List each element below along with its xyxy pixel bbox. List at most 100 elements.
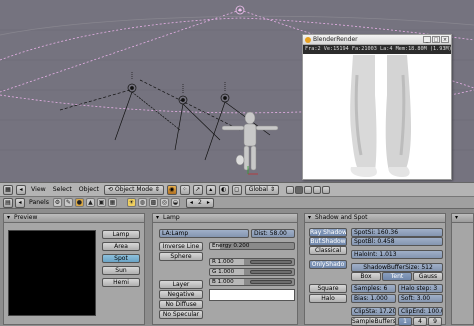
halo-toggle[interactable]: Halo xyxy=(309,294,347,303)
layer-button-5[interactable] xyxy=(321,185,330,194)
texture-buttons-icon[interactable]: ▩ xyxy=(148,198,158,207)
only-shadow-toggle[interactable]: OnlyShado xyxy=(309,260,347,269)
lamp-color-swatch[interactable] xyxy=(209,289,295,301)
lamp-spot-3[interactable] xyxy=(204,82,271,161)
g-slider[interactable]: G 1.000 xyxy=(209,268,295,276)
no-specular-toggle[interactable]: No Specular xyxy=(159,310,203,319)
spot-blend-field[interactable]: SpotBl: 0.458 xyxy=(351,237,443,246)
editor-type-icon[interactable]: ▦ xyxy=(3,184,13,195)
lamp-panel: Lamp LA:Lamp Dist: 58.00 Inverse Line Sp… xyxy=(152,213,298,325)
radio-buttons-icon[interactable]: ◎ xyxy=(159,198,169,207)
character-mesh[interactable] xyxy=(221,111,279,171)
r-value: R 1.000 xyxy=(212,259,234,265)
lamp-type-hemi[interactable]: Hemi xyxy=(102,278,140,287)
b-value: B 1.000 xyxy=(212,279,234,285)
pivot-icon[interactable]: ⁘ xyxy=(179,184,190,195)
samples-field[interactable]: Samples: 6 xyxy=(351,284,396,293)
object-icon[interactable]: ▲ xyxy=(85,198,95,207)
3d-viewport[interactable]: BlenderRender _ □ × Fra:2 Ve:15194 Fa:21… xyxy=(0,0,474,182)
editor-type-icon[interactable]: ▤ xyxy=(3,197,13,208)
draw-type-icon[interactable]: ◉ xyxy=(166,184,177,195)
filter-gauss-button[interactable]: Gauss xyxy=(413,272,443,281)
chevron-right-icon: ▸ xyxy=(206,199,210,206)
collapse-menus-icon[interactable]: ◂ xyxy=(15,197,25,208)
view-menu[interactable]: View xyxy=(29,186,48,193)
rotate-icon[interactable]: ◐ xyxy=(218,184,229,195)
scene-icon[interactable]: ▦ xyxy=(107,198,117,207)
layer-button-1[interactable] xyxy=(285,185,294,194)
layer-button-3[interactable] xyxy=(303,185,312,194)
minimize-button[interactable]: _ xyxy=(423,36,431,43)
energy-slider[interactable]: Energy 0.200 xyxy=(209,242,295,250)
lamp-top[interactable] xyxy=(235,5,245,15)
world-buttons-icon[interactable]: ◒ xyxy=(170,198,180,207)
bias-field[interactable]: Bias: 1.000 xyxy=(351,294,396,303)
shadow-buffer-size-field[interactable]: ShadowBufferSize: 512 xyxy=(351,263,443,272)
filter-box-button[interactable]: Box xyxy=(351,272,381,281)
shading-icon[interactable]: ● xyxy=(74,198,84,207)
negative-toggle[interactable]: Negative xyxy=(159,290,203,299)
b-slider[interactable]: B 1.000 xyxy=(209,278,295,286)
orientation-label: Global xyxy=(248,186,268,193)
panels-menu[interactable]: Panels xyxy=(27,199,51,206)
mode-label: Object Mode xyxy=(114,186,153,193)
buttons-window: Preview Lamp Area Spot Sun Hemi Lamp LA:… xyxy=(0,210,474,326)
square-toggle[interactable]: Square xyxy=(309,284,347,293)
layer-button-2[interactable] xyxy=(294,185,303,194)
render-window[interactable]: BlenderRender _ □ × Fra:2 Ve:15194 Fa:21… xyxy=(302,34,452,180)
lamp-type-lamp[interactable]: Lamp xyxy=(102,230,140,239)
script-icon[interactable]: ✎ xyxy=(63,198,73,207)
halo-int-field[interactable]: HaloInt: 1.013 xyxy=(351,250,443,259)
object-menu[interactable]: Object xyxy=(77,186,101,193)
manipulator-icon[interactable]: ↗ xyxy=(192,184,203,195)
chevron-down-icon: ⇕ xyxy=(269,186,275,193)
mode-dropdown[interactable]: ⟲ Object Mode ⇕ xyxy=(103,184,164,195)
r-slider[interactable]: R 1.000 xyxy=(209,258,295,266)
transform-orientation-dropdown[interactable]: Global ⇕ xyxy=(244,184,279,195)
lamp-name-field[interactable]: LA:Lamp xyxy=(159,229,249,238)
scale-icon[interactable]: ◻ xyxy=(231,184,242,195)
lamp-type-sun[interactable]: Sun xyxy=(102,266,140,275)
chevron-down-icon: ⇕ xyxy=(154,186,160,193)
3d-view-header: ▦ ◂ View Select Object ⟲ Object Mode ⇕ ◉… xyxy=(0,182,474,196)
energy-value: Energy 0.200 xyxy=(212,243,250,249)
no-diffuse-toggle[interactable]: No Diffuse xyxy=(159,300,203,309)
lamp-type-area[interactable]: Area xyxy=(102,242,140,251)
ray-shadow-toggle[interactable]: Ray Shadow xyxy=(309,228,347,237)
translate-icon[interactable]: ▴ xyxy=(205,184,216,195)
render-window-titlebar[interactable]: BlenderRender _ □ × xyxy=(303,35,451,45)
lamp-buttons-icon[interactable]: ☀ xyxy=(126,198,136,207)
select-menu[interactable]: Select xyxy=(51,186,74,193)
close-button[interactable]: × xyxy=(441,36,449,43)
texture-panel-edge xyxy=(451,213,474,325)
clip-end-field[interactable]: ClipEnd: 100.00 xyxy=(398,307,443,316)
shadow-spot-panel: Shadow and Spot Ray Shadow Buf.Shadow Cl… xyxy=(304,213,446,326)
maximize-button[interactable]: □ xyxy=(432,36,440,43)
buf-shadow-toggle[interactable]: Buf.Shadow xyxy=(309,237,347,246)
layer-toggle[interactable]: Layer xyxy=(159,280,203,289)
halo-step-field[interactable]: Halo step: 3 xyxy=(398,284,443,293)
sphere-button[interactable]: Sphere xyxy=(159,252,203,261)
preview-panel-title[interactable]: Preview xyxy=(4,214,144,223)
render-window-title: BlenderRender xyxy=(313,36,358,43)
blender-logo-icon xyxy=(305,36,311,43)
dist-field[interactable]: Dist: 58.00 xyxy=(251,229,295,238)
logic-icon[interactable]: ⚙ xyxy=(52,198,62,207)
buttons-window-header: ▤ ◂ Panels ⚙ ✎ ● ▲ ▣ ▦ ☀ ◍ ▩ ◎ ◒ ◂ 2 ▸ xyxy=(0,196,474,209)
lamp-type-spot[interactable]: Spot xyxy=(102,254,140,263)
frame-field[interactable]: ◂ 2 ▸ xyxy=(185,197,214,208)
soft-field[interactable]: Soft: 3.00 xyxy=(398,294,443,303)
lamp-panel-title[interactable]: Lamp xyxy=(153,214,297,223)
material-buttons-icon[interactable]: ◍ xyxy=(137,198,147,207)
layer-button-4[interactable] xyxy=(312,185,321,194)
falloff-inverse-line-button[interactable]: Inverse Line xyxy=(159,242,203,251)
filter-tent-button[interactable]: Tent xyxy=(382,272,412,281)
editing-icon[interactable]: ▣ xyxy=(96,198,106,207)
render-info-bar: Fra:2 Ve:15194 Fa:21003 La:4 Mem:18.80M … xyxy=(303,45,451,54)
clip-start-field[interactable]: ClipSta: 17.20 xyxy=(351,307,396,316)
lamp-spot-1[interactable] xyxy=(114,72,181,141)
spot-size-field[interactable]: SpotSi: 160.36 xyxy=(351,228,443,237)
shadow-spot-panel-title[interactable]: Shadow and Spot xyxy=(305,214,445,223)
classical-dropdown[interactable]: Classical xyxy=(309,246,347,255)
collapse-menus-icon[interactable]: ◂ xyxy=(16,184,26,195)
